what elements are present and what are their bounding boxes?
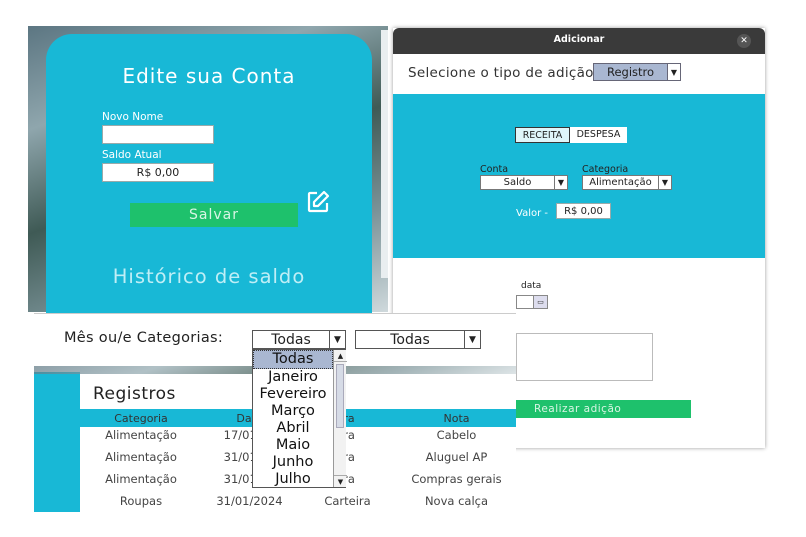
- cell: Alimentação: [105, 428, 177, 442]
- window-edge: [381, 30, 388, 278]
- date-label: data: [521, 281, 542, 291]
- cell: Alimentação: [105, 472, 177, 486]
- dialog-title: Adicionar: [553, 34, 605, 45]
- month-option[interactable]: Junho: [253, 454, 333, 471]
- chevron-down-icon: ▼: [658, 176, 671, 189]
- month-select-value: Todas: [271, 332, 311, 348]
- col-nota[interactable]: Nota: [398, 412, 515, 425]
- type-label: Selecione o tipo de adição:: [408, 65, 599, 81]
- tab-receita[interactable]: RECEITA: [515, 127, 570, 143]
- month-option[interactable]: Julho: [253, 471, 333, 488]
- cell: 31/01/2024: [216, 494, 283, 508]
- submit-button[interactable]: Realizar adição: [516, 400, 691, 418]
- edit-account-title: Edite sua Conta: [122, 64, 296, 88]
- type-select-value: Registro: [594, 64, 667, 80]
- value-label: Valor -: [516, 208, 548, 219]
- month-option[interactable]: Todas: [253, 350, 333, 369]
- history-title: Histórico de saldo: [112, 265, 306, 288]
- type-select[interactable]: Registro ▼: [593, 63, 681, 81]
- month-dropdown-list: Todas Janeiro Fevereiro Março Abril Maio…: [252, 349, 347, 488]
- month-option[interactable]: Janeiro: [253, 369, 333, 386]
- records-side-tab: [34, 372, 80, 512]
- account-select[interactable]: Saldo ▼: [480, 175, 568, 190]
- new-name-label: Novo Nome: [102, 111, 164, 123]
- cell: Carteira: [324, 494, 371, 508]
- month-option[interactable]: Fevereiro: [253, 386, 333, 403]
- note-textarea[interactable]: [516, 333, 653, 381]
- month-options: Todas Janeiro Fevereiro Março Abril Maio…: [253, 350, 333, 488]
- month-option[interactable]: Abril: [253, 420, 333, 437]
- account-label: Conta: [480, 164, 509, 175]
- tab-despesa[interactable]: DESPESA: [570, 127, 627, 143]
- chevron-down-icon: ▼: [329, 331, 345, 348]
- chevron-down-icon: ▼: [667, 64, 680, 80]
- scroll-down-icon[interactable]: ▼: [334, 475, 347, 487]
- cell: Cabelo: [436, 428, 477, 442]
- category-filter-value: Todas: [390, 332, 430, 348]
- cell: Compras gerais: [411, 472, 502, 486]
- filter-label: Mês ou/e Categorias:: [64, 330, 224, 346]
- col-categoria[interactable]: Categoria: [80, 412, 202, 425]
- calendar-icon[interactable]: ▭: [533, 296, 547, 308]
- category-select-value: Alimentação: [589, 177, 652, 188]
- dropdown-scrollbar[interactable]: ▲ ▼: [333, 350, 347, 487]
- table-row[interactable]: Roupas 31/01/2024 Carteira Nova calça: [80, 490, 516, 512]
- scroll-up-icon[interactable]: ▲: [334, 350, 347, 362]
- balance-input[interactable]: R$ 0,00: [102, 163, 214, 182]
- edit-account-card: Edite sua Conta Novo Nome Saldo Atual R$…: [46, 34, 372, 324]
- month-option[interactable]: Março: [253, 403, 333, 420]
- cell: Alimentação: [105, 450, 177, 464]
- dialog-titlebar: Adicionar ✕: [393, 28, 765, 54]
- new-name-input[interactable]: [102, 125, 214, 144]
- category-label: Categoria: [582, 164, 629, 175]
- month-select[interactable]: Todas ▼: [252, 330, 346, 349]
- category-select[interactable]: Alimentação ▼: [582, 175, 672, 190]
- account-select-value: Saldo: [503, 177, 532, 188]
- scroll-thumb[interactable]: [336, 364, 344, 428]
- edit-icon[interactable]: [306, 190, 330, 214]
- cell: Roupas: [119, 494, 163, 508]
- close-icon[interactable]: ✕: [737, 34, 751, 48]
- balance-label: Saldo Atual: [102, 149, 162, 161]
- cell: Nova calça: [424, 494, 489, 508]
- records-title: Registros: [93, 384, 176, 404]
- chevron-down-icon: ▼: [464, 331, 480, 348]
- month-option[interactable]: Maio: [253, 437, 333, 454]
- category-filter-select[interactable]: Todas ▼: [355, 330, 481, 349]
- cell: Aluguel AP: [425, 450, 488, 464]
- save-button[interactable]: Salvar: [130, 203, 298, 227]
- chevron-down-icon: ▼: [554, 176, 567, 189]
- date-input[interactable]: ▭: [516, 295, 548, 309]
- value-input[interactable]: R$ 0,00: [556, 203, 611, 219]
- add-form-panel: RECEITA DESPESA Conta Saldo ▼ Categoria …: [393, 94, 765, 258]
